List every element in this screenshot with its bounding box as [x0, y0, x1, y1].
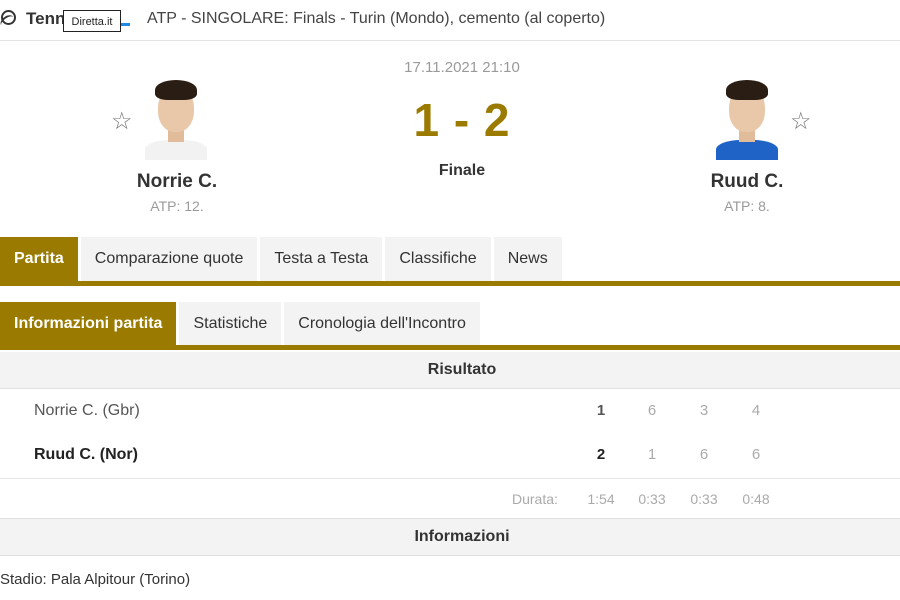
tab-news[interactable]: News	[493, 237, 562, 281]
tab-testa-a-testa[interactable]: Testa a Testa	[260, 237, 383, 281]
tab-informazioni-partita[interactable]: Informazioni partita	[0, 302, 177, 346]
result-set-score: 6	[647, 402, 657, 419]
tournament-title[interactable]: ATP - SINGOLARE: Finals - Turin (Mondo),…	[147, 10, 605, 28]
home-player-photo[interactable]	[145, 80, 207, 160]
result-row: Norrie C. (Gbr) 1 6 3 4	[0, 390, 900, 434]
match-datetime: 17.11.2021 21:10	[404, 59, 520, 76]
result-set-score: 3	[699, 402, 709, 419]
result-set-score: 1	[647, 446, 657, 463]
favorite-home-star-icon[interactable]: ☆	[111, 110, 133, 134]
result-set-score: 6	[699, 446, 709, 463]
duration-set: 0:48	[742, 491, 770, 507]
home-player-rank: ATP: 12.	[150, 198, 204, 214]
result-set-score: 4	[751, 402, 761, 419]
result-total: 2	[596, 446, 606, 463]
duration-set: 0:33	[690, 491, 718, 507]
sub-tabs-underline	[0, 345, 900, 350]
tab-classifiche[interactable]: Classifiche	[385, 237, 491, 281]
tooltip: Diretta.it	[63, 10, 121, 32]
result-set-score: 6	[751, 446, 761, 463]
main-tabs: Partita Comparazione quote Testa a Testa…	[0, 237, 562, 281]
away-player-photo[interactable]	[716, 80, 778, 160]
duration-total: 1:54	[587, 491, 615, 507]
tennis-ball-icon	[1, 10, 16, 25]
sport-name[interactable]: Tenn	[26, 9, 65, 29]
result-player-name[interactable]: Ruud C. (Nor)	[34, 446, 138, 464]
main-tabs-underline	[0, 281, 900, 286]
tab-partita[interactable]: Partita	[0, 237, 78, 281]
top-bar: Tenn Diretta.it ATP - SINGOLARE: Finals …	[0, 0, 900, 41]
duration-label: Durata:	[512, 491, 558, 507]
divider	[0, 478, 900, 479]
tab-cronologia[interactable]: Cronologia dell'Incontro	[284, 302, 480, 346]
away-player-name[interactable]: Ruud C.	[657, 171, 837, 193]
home-player-name[interactable]: Norrie C.	[87, 171, 267, 193]
away-player-rank: ATP: 8.	[724, 198, 770, 214]
tab-statistiche[interactable]: Statistiche	[179, 302, 282, 346]
tab-comparazione-quote[interactable]: Comparazione quote	[80, 237, 258, 281]
result-row: Ruud C. (Nor) 2 1 6 6	[0, 434, 900, 478]
result-player-name[interactable]: Norrie C. (Gbr)	[34, 402, 140, 420]
stadium-info: Stadio: Pala Alpitour (Torino)	[0, 571, 191, 588]
favorite-away-star-icon[interactable]: ☆	[790, 110, 812, 134]
duration-set: 0:33	[638, 491, 666, 507]
sub-tabs: Informazioni partita Statistiche Cronolo…	[0, 302, 480, 346]
result-total: 1	[596, 402, 606, 419]
info-section-title: Informazioni	[0, 518, 900, 556]
result-section-title: Risultato	[0, 352, 900, 389]
